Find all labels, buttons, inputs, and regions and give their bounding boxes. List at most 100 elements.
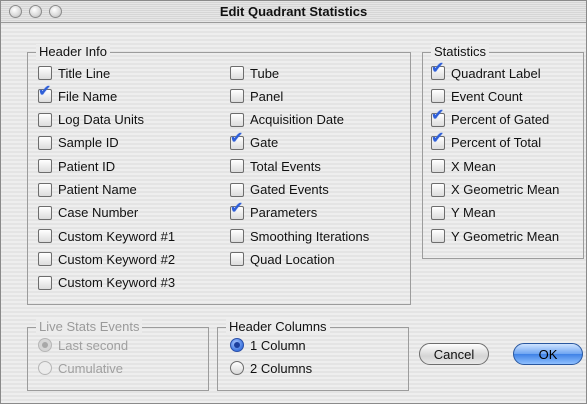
radio-unselected-icon[interactable] <box>230 361 244 375</box>
checkbox-unchecked-icon[interactable] <box>431 89 445 104</box>
checkbox-log-data-units[interactable]: Log Data Units <box>38 111 144 129</box>
checkbox-unchecked-icon[interactable] <box>230 66 244 80</box>
checkbox-unchecked-icon[interactable] <box>230 112 244 127</box>
radio-label: 1 Column <box>250 337 306 353</box>
checkbox-unchecked-icon[interactable] <box>38 275 52 290</box>
checkbox-label: Custom Keyword #2 <box>58 251 176 267</box>
checkbox-label: Custom Keyword #1 <box>58 228 176 244</box>
checkbox-unchecked-icon[interactable] <box>431 229 445 244</box>
checkbox-label: Quad Location <box>250 251 335 267</box>
checkbox-percent-of-total[interactable]: ✔ Percent of Total <box>431 130 541 152</box>
checkbox-checked-icon[interactable]: ✔ <box>38 84 52 104</box>
radio-selected-icon <box>38 338 52 352</box>
checkbox-label: Y Geometric Mean <box>451 228 560 244</box>
checkbox-unchecked-icon[interactable] <box>38 182 52 197</box>
checkbox-label: File Name <box>58 88 118 104</box>
checkbox-label: Acquisition Date <box>250 112 344 128</box>
checkbox-quad-location[interactable]: Quad Location <box>230 250 335 268</box>
radio-label: Cumulative <box>58 360 124 376</box>
statistics-title: Statistics <box>431 44 490 60</box>
checkbox-label: Title Line <box>58 65 111 81</box>
checkbox-label: Event Count <box>451 88 523 104</box>
checkbox-unchecked-icon[interactable] <box>38 112 52 127</box>
checkbox-label: Total Events <box>250 158 321 174</box>
checkbox-x-geometric-mean[interactable]: X Geometric Mean <box>431 181 559 199</box>
dialog-window: Edit Quadrant Statistics Header Info Tit… <box>0 0 587 404</box>
checkbox-label: Gate <box>250 135 279 151</box>
checkbox-file-name[interactable]: ✔ File Name <box>38 84 118 105</box>
checkbox-quadrant-label[interactable]: ✔ Quadrant Label <box>431 61 541 82</box>
checkmark-icon: ✔ <box>431 129 445 147</box>
checkbox-label: Panel <box>250 88 284 104</box>
checkbox-label: Y Mean <box>451 205 496 221</box>
ok-button[interactable]: OK <box>513 343 583 365</box>
checkbox-parameters[interactable]: ✔ Parameters <box>230 200 318 222</box>
checkbox-unchecked-icon[interactable] <box>230 159 244 174</box>
checkbox-unchecked-icon[interactable] <box>38 66 52 80</box>
checkbox-smoothing-iterations[interactable]: Smoothing Iterations <box>230 227 369 245</box>
title-bar: Edit Quadrant Statistics <box>1 1 586 23</box>
checkbox-checked-icon[interactable]: ✔ <box>431 130 445 150</box>
checkbox-label: Percent of Gated <box>451 112 550 128</box>
radio-cumulative: Cumulative <box>38 359 123 377</box>
checkbox-label: Gated Events <box>250 182 329 197</box>
checkbox-label: X Geometric Mean <box>451 182 560 197</box>
radio-2-columns[interactable]: 2 Columns <box>230 359 312 377</box>
checkbox-gated-events[interactable]: Gated Events <box>230 181 329 199</box>
checkbox-checked-icon[interactable]: ✔ <box>230 130 244 150</box>
checkbox-checked-icon[interactable]: ✔ <box>431 107 445 127</box>
checkbox-y-geometric-mean[interactable]: Y Geometric Mean <box>431 227 559 245</box>
checkbox-unchecked-icon[interactable] <box>230 182 244 197</box>
cancel-button[interactable]: Cancel <box>419 343 489 365</box>
checkbox-event-count[interactable]: Event Count <box>431 87 523 105</box>
checkbox-checked-icon[interactable]: ✔ <box>431 61 445 80</box>
checkbox-unchecked-icon[interactable] <box>431 205 445 220</box>
radio-last-second: Last second <box>38 336 128 354</box>
checkbox-tube[interactable]: Tube <box>230 64 279 82</box>
checkbox-patient-name[interactable]: Patient Name <box>38 181 137 199</box>
checkbox-gate[interactable]: ✔ Gate <box>230 130 279 152</box>
checkbox-label: Case Number <box>58 205 139 221</box>
checkbox-y-mean[interactable]: Y Mean <box>431 204 496 222</box>
checkbox-sample-id[interactable]: Sample ID <box>38 134 119 152</box>
checkbox-percent-of-gated[interactable]: ✔ Percent of Gated <box>431 107 550 129</box>
checkbox-unchecked-icon[interactable] <box>230 89 244 104</box>
checkbox-panel[interactable]: Panel <box>230 87 283 105</box>
header-columns-title: Header Columns <box>226 319 330 335</box>
checkbox-unchecked-icon[interactable] <box>230 229 244 244</box>
checkbox-custom-keyword-2[interactable]: Custom Keyword #2 <box>38 250 175 268</box>
live-stats-title: Live Stats Events <box>36 319 143 335</box>
checkbox-label: Parameters <box>250 205 318 221</box>
checkbox-label: Smoothing Iterations <box>250 228 370 244</box>
checkbox-label: Patient Name <box>58 182 137 197</box>
checkbox-unchecked-icon[interactable] <box>431 159 445 174</box>
radio-selected-icon[interactable] <box>230 338 244 352</box>
checkbox-checked-icon[interactable]: ✔ <box>230 200 244 220</box>
checkbox-label: Patient ID <box>58 158 116 174</box>
checkbox-unchecked-icon[interactable] <box>230 252 244 267</box>
checkbox-unchecked-icon[interactable] <box>38 229 52 244</box>
checkbox-acquisition-date[interactable]: Acquisition Date <box>230 111 344 129</box>
checkbox-custom-keyword-3[interactable]: Custom Keyword #3 <box>38 274 175 292</box>
checkbox-unchecked-icon[interactable] <box>38 135 52 150</box>
checkbox-label: Sample ID <box>58 135 119 151</box>
checkbox-unchecked-icon[interactable] <box>38 159 52 174</box>
header-info-title: Header Info <box>36 44 110 60</box>
checkbox-label: X Mean <box>451 158 496 174</box>
checkbox-custom-keyword-1[interactable]: Custom Keyword #1 <box>38 227 175 245</box>
checkbox-label: Tube <box>250 65 280 81</box>
checkbox-total-events[interactable]: Total Events <box>230 157 321 175</box>
checkbox-x-mean[interactable]: X Mean <box>431 157 496 175</box>
checkbox-unchecked-icon[interactable] <box>431 182 445 197</box>
checkbox-title-line[interactable]: Title Line <box>38 64 110 82</box>
checkbox-unchecked-icon[interactable] <box>38 252 52 267</box>
checkbox-unchecked-icon[interactable] <box>38 205 52 220</box>
checkmark-icon: ✔ <box>431 60 445 77</box>
checkbox-patient-id[interactable]: Patient ID <box>38 157 115 175</box>
checkbox-label: Custom Keyword #3 <box>58 275 176 291</box>
checkbox-case-number[interactable]: Case Number <box>38 204 138 222</box>
checkmark-icon: ✔ <box>230 199 244 217</box>
radio-1-column[interactable]: 1 Column <box>230 336 306 354</box>
checkbox-label: Quadrant Label <box>451 65 541 81</box>
checkmark-icon: ✔ <box>431 106 445 124</box>
